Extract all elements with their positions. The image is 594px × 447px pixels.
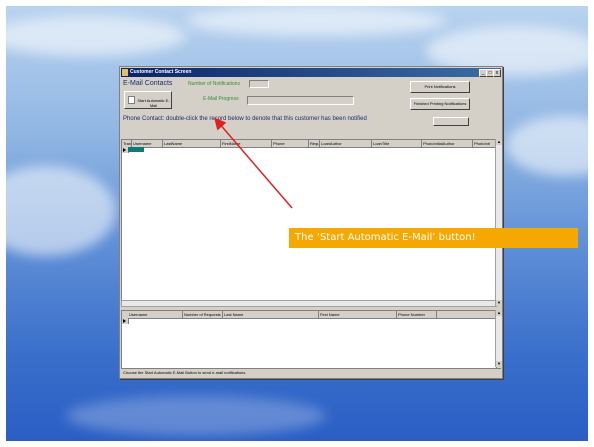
slide: Customer Contact Screen _ □ x E-Mail Con…: [0, 0, 594, 447]
status-bar: Choose the Start Automatic E-Mail Button…: [121, 368, 501, 377]
column-header[interactable]: FirstName: [221, 140, 272, 147]
notifications-count-label: Number of Notifications: [188, 81, 240, 87]
finished-printing-button[interactable]: Finished Printing Notifications: [410, 98, 470, 110]
email-contacts-heading: E-Mail Contacts: [123, 80, 173, 87]
column-header[interactable]: Phone: [272, 140, 309, 147]
column-header[interactable]: PhotoInit: [473, 140, 496, 147]
title-bar[interactable]: Customer Contact Screen _ □ x: [121, 68, 501, 77]
email-icon: [128, 96, 135, 104]
notification-records-grid[interactable]: Transid Username LastName FirstName Phon…: [121, 139, 497, 302]
close-button[interactable]: x: [493, 69, 501, 77]
callout-label: The ‘Start Automatic E-Mail’ button!: [289, 228, 578, 248]
email-progress-label: E-Mail Progress: [203, 96, 239, 102]
column-header[interactable]: LoanAuthor: [320, 140, 372, 147]
current-row-indicator-icon: [123, 148, 126, 152]
app-icon: [122, 69, 128, 76]
column-header[interactable]: LoanTitle: [372, 140, 422, 147]
email-progress-bar: [247, 96, 354, 105]
cloud-decoration: [6, 16, 186, 56]
start-automatic-email-button[interactable]: Start Automatic E-Mail: [124, 91, 172, 109]
grid-header: Transid Username LastName FirstName Phon…: [122, 140, 496, 148]
column-header[interactable]: Phone Number: [397, 311, 437, 318]
column-header[interactable]: PhotoInitialAuthor: [422, 140, 473, 147]
scroll-down-icon[interactable]: ▼: [496, 361, 502, 367]
column-header[interactable]: Transid: [122, 140, 132, 147]
cloud-decoration: [506, 116, 588, 176]
scroll-up-icon[interactable]: ▲: [496, 139, 502, 145]
scroll-down-icon[interactable]: ▼: [496, 300, 502, 306]
table-row[interactable]: [128, 147, 144, 152]
phone-contact-instructions: Phone Contact: double-click the record b…: [123, 116, 367, 122]
column-header[interactable]: Number of Requests: [183, 311, 223, 318]
current-row-indicator-icon: [123, 319, 126, 323]
column-header[interactable]: Requ: [309, 140, 320, 147]
customers-grid[interactable]: Username Number of Requests Last Name Fi…: [121, 310, 497, 369]
row-selector[interactable]: [122, 318, 129, 324]
grid-header: Username Number of Requests Last Name Fi…: [122, 311, 496, 319]
horizontal-scrollbar[interactable]: [121, 300, 497, 307]
notifications-count-field: [249, 80, 269, 88]
column-header[interactable]: Username: [132, 140, 163, 147]
scroll-up-icon[interactable]: ▲: [496, 310, 502, 316]
column-header[interactable]: LastName: [163, 140, 221, 147]
top-grid-scrollbar[interactable]: ▲ ▼: [495, 139, 502, 306]
cloud-decoration: [6, 166, 116, 256]
cloud-decoration: [186, 6, 446, 36]
print-notifications-button[interactable]: Print Notifications: [410, 81, 470, 93]
column-header[interactable]: First Name: [319, 311, 397, 318]
disabled-button: [433, 117, 469, 126]
column-header[interactable]: Username: [128, 311, 183, 318]
customer-contact-window: Customer Contact Screen _ □ x E-Mail Con…: [119, 66, 503, 379]
cloud-decoration: [66, 396, 326, 436]
window-title: Customer Contact Screen: [130, 69, 192, 75]
bottom-grid-scrollbar[interactable]: ▲ ▼: [495, 310, 502, 367]
start-automatic-email-label: Start Automatic E-Mail: [137, 98, 170, 108]
column-header[interactable]: Last Name: [223, 311, 319, 318]
